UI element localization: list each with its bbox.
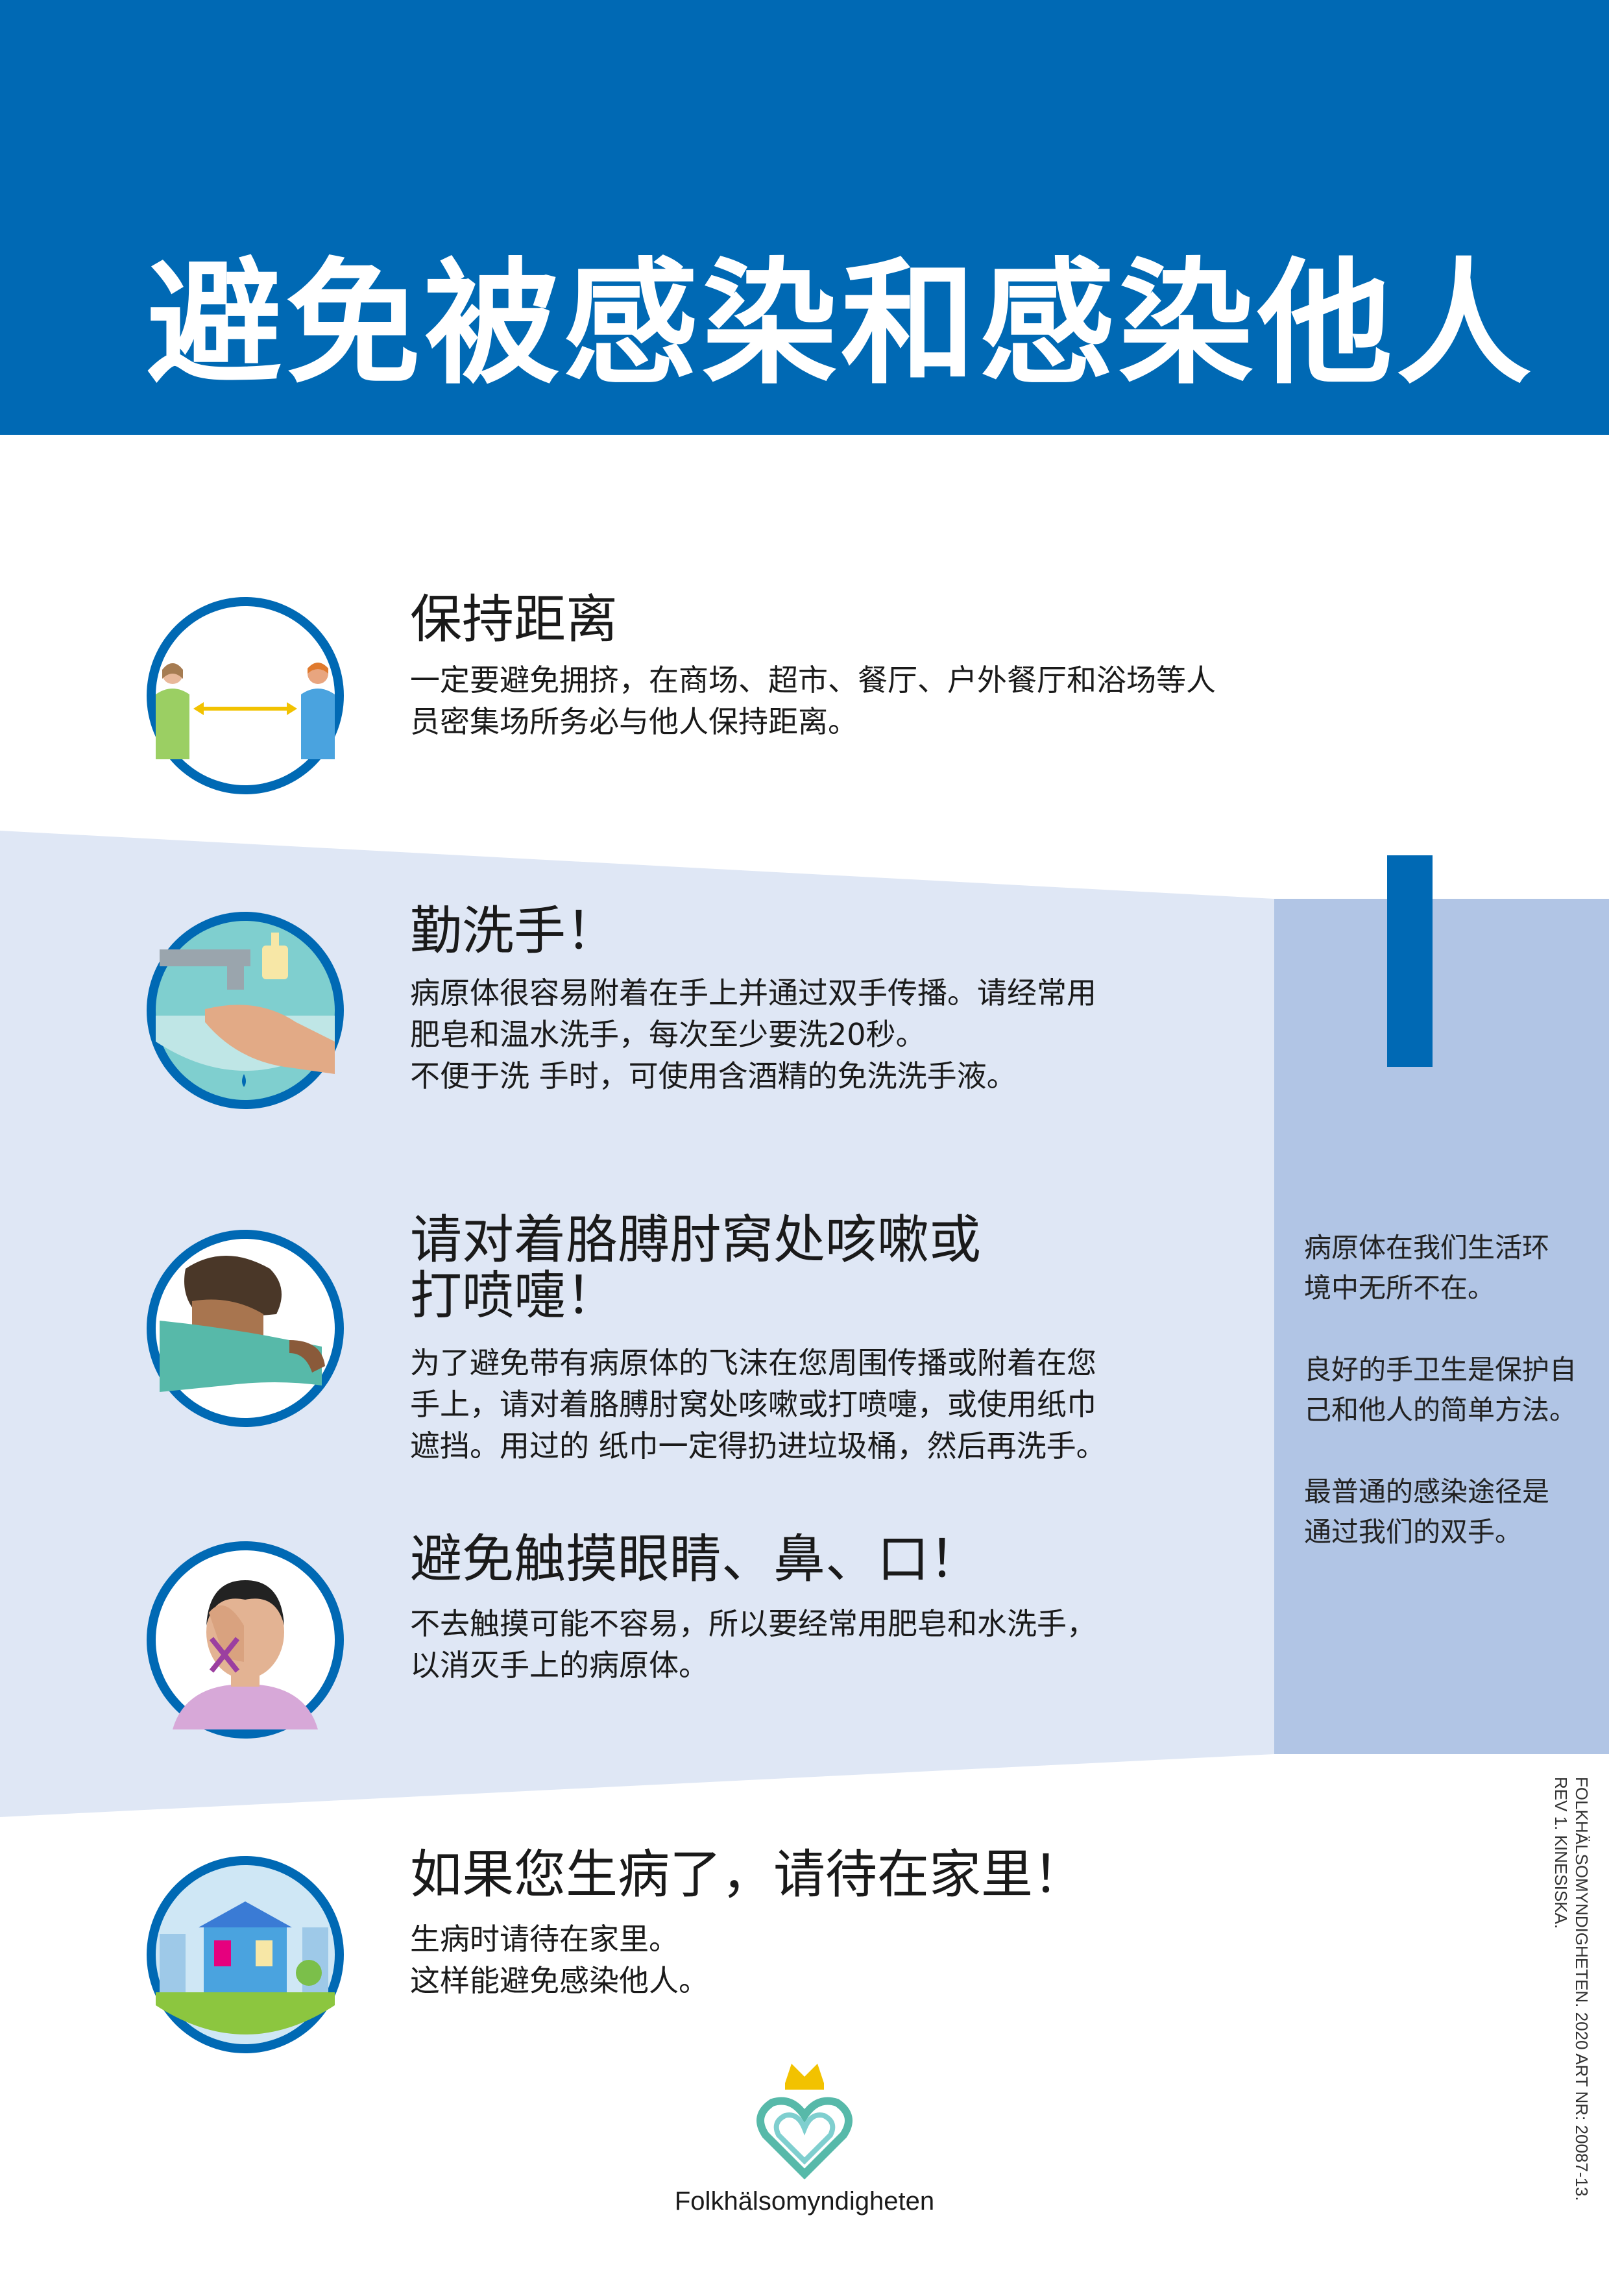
side-line: 病原体在我们生活环 [1304, 1232, 1550, 1264]
item-title-stayhome: 如果您生病了，请待在家里！ [410, 1844, 1085, 1905]
side-line: 良好的手卫生是保护自 [1304, 1354, 1577, 1386]
side-line: 己和他人的简单方法。 [1304, 1394, 1577, 1426]
cough-elbow-icon [147, 1230, 344, 1427]
exclamation-icon [1387, 855, 1433, 1031]
body-line: 生病时请待在家里。 [410, 1922, 679, 1957]
side-paragraph-2: 良好的手卫生是保护自 己和他人的简单方法。 [1304, 1350, 1590, 1430]
body-line: 肥皂和温水洗手，每次至少要洗20秒。 [410, 1017, 926, 1052]
body-line: 不去触摸可能不容易，所以要经常用肥皂和水洗手， [410, 1606, 1096, 1641]
side-line: 通过我们的双手。 [1304, 1516, 1523, 1548]
credit-line: REV 1. KINESISKA. [1551, 1777, 1571, 1929]
side-paragraph-3: 最普通的感染途径是 通过我们的双手。 [1304, 1472, 1590, 1552]
body-line: 遮挡。用过的 纸巾一定得扔进垃圾桶，然后再洗手。 [410, 1428, 1106, 1463]
logo-name: Folkhälsomyndigheten [674, 2187, 935, 2216]
body-line: 员密集场所务必与他人保持距离。 [410, 704, 858, 739]
body-line: 这样能避免感染他人。 [410, 1963, 708, 1998]
item-body-stayhome: 生病时请待在家里。 这样能避免感染他人。 [410, 1918, 1273, 2001]
body-line: 病原体很容易附着在手上并通过双手传播。请经常用 [410, 975, 1096, 1010]
item-body-distance: 一定要避免拥挤，在商场、超市、餐厅、户外餐厅和浴场等人 员密集场所务必与他人保持… [410, 659, 1273, 742]
body-line: 手上，请对着胳膊肘窝处咳嗽或打喷嚏，或使用纸巾 [410, 1387, 1096, 1422]
item-body-face: 不去触摸可能不容易，所以要经常用肥皂和水洗手， 以消灭手上的病原体。 [410, 1603, 1273, 1686]
side-line: 最普通的感染途径是 [1304, 1476, 1550, 1508]
side-line: 境中无所不在。 [1304, 1272, 1495, 1304]
no-face-touch-icon [147, 1541, 344, 1739]
side-info-panel [1274, 899, 1609, 1754]
crown-heart-logo [756, 2064, 853, 2180]
body-line: 不便于洗 手时，可使用含酒精的免洗洗手液。 [410, 1058, 1017, 1093]
item-title-face: 避免触摸眼睛、鼻、口！ [410, 1529, 981, 1589]
print-credit: FOLKHÄLSOMYNDIGHETEN. 2020 ART NR: 20087… [1540, 1777, 1592, 2296]
social-distance-icon [147, 597, 344, 794]
item-title-cough: 请对着胳膊肘窝处咳嗽或 打喷嚏！ [410, 1212, 981, 1324]
body-line: 一定要避免拥挤，在商场、超市、餐厅、户外餐厅和浴场等人 [410, 663, 1216, 698]
credit-line: FOLKHÄLSOMYNDIGHETEN. 2020 ART NR: 20087… [1572, 1777, 1591, 2201]
side-paragraph-1: 病原体在我们生活环 境中无所不在。 [1304, 1228, 1590, 1308]
item-body-handwash: 病原体很容易附着在手上并通过双手传播。请经常用 肥皂和温水洗手，每次至少要洗20… [410, 972, 1273, 1097]
item-body-cough: 为了避免带有病原体的飞沫在您周围传播或附着在您 手上，请对着胳膊肘窝处咳嗽或打喷… [410, 1342, 1273, 1467]
item-title-handwash: 勤洗手！ [410, 901, 618, 961]
title-line: 打喷嚏！ [410, 1265, 618, 1326]
title-line: 请对着胳膊肘窝处咳嗽或 [410, 1210, 981, 1270]
stay-home-icon [147, 1856, 344, 2053]
body-line: 以消灭手上的病原体。 [410, 1648, 708, 1683]
item-title-distance: 保持距离 [410, 589, 618, 650]
body-line: 为了避免带有病原体的飞沫在您周围传播或附着在您 [410, 1345, 1096, 1380]
exclamation-dot [1387, 1018, 1433, 1067]
hand-washing-icon [147, 912, 344, 1109]
